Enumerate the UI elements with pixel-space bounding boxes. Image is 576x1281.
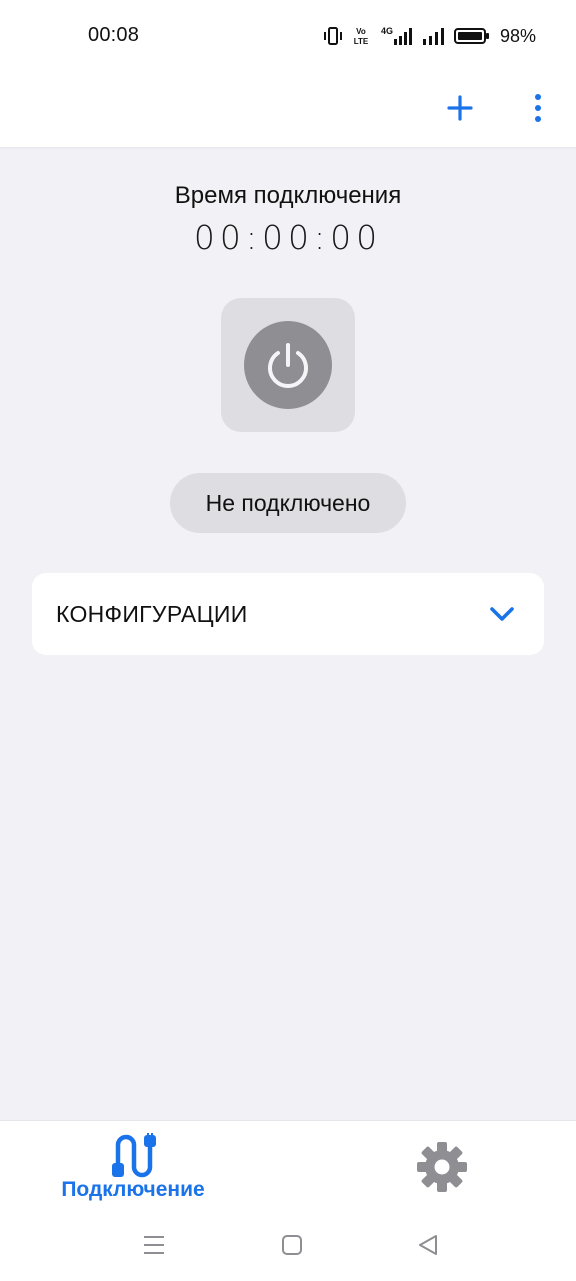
tab-settings[interactable] xyxy=(400,1121,484,1211)
power-button[interactable] xyxy=(221,298,355,432)
status-time: 00:08 xyxy=(88,24,140,46)
tab-connection[interactable]: Подключение xyxy=(40,1121,226,1211)
gear-icon xyxy=(417,1142,467,1192)
svg-text:Vo: Vo xyxy=(356,27,366,36)
home-icon[interactable] xyxy=(278,1232,306,1258)
chevron-down-icon xyxy=(490,607,514,621)
tab-connection-label: Подключение xyxy=(61,1178,205,1201)
power-circle xyxy=(244,321,332,409)
more-options-button[interactable] xyxy=(516,86,560,130)
signal-icon xyxy=(422,28,444,45)
add-icon xyxy=(447,95,473,121)
svg-text:LTE: LTE xyxy=(354,37,369,46)
svg-text:4G: 4G xyxy=(381,26,393,36)
system-navigation-bar xyxy=(0,1218,576,1272)
connection-timer: 00:00:00 xyxy=(193,218,383,257)
connection-status-badge: Не подключено xyxy=(170,473,406,533)
status-icons: Vo LTE 4G 98% xyxy=(323,24,536,48)
signal-4g-icon: 4G xyxy=(381,26,412,45)
recent-apps-icon[interactable] xyxy=(140,1232,168,1258)
configurations-dropdown[interactable]: КОНФИГУРАЦИИ xyxy=(32,573,544,655)
power-icon xyxy=(268,343,308,388)
connection-cable-icon xyxy=(112,1133,156,1178)
back-icon[interactable] xyxy=(414,1232,442,1258)
more-vert-icon xyxy=(535,94,541,122)
status-bar: 00:08 Vo LTE 4G 98% xyxy=(0,0,576,72)
volte-icon: Vo LTE xyxy=(354,27,369,46)
add-button[interactable] xyxy=(438,86,482,130)
battery-percent: 98% xyxy=(499,25,536,46)
battery-icon xyxy=(453,28,489,44)
app-header xyxy=(0,72,576,147)
configurations-label: КОНФИГУРАЦИИ xyxy=(56,601,248,627)
vibrate-icon xyxy=(323,27,342,45)
connection-time-title: Время подключения xyxy=(174,182,402,209)
